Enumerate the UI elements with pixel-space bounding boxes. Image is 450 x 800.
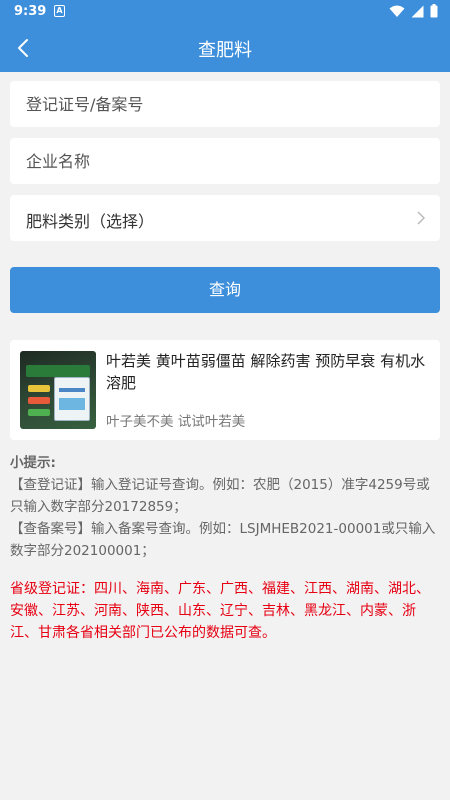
tips-section: 小提示: 【查登记证】输入登记证号查询。例如：农肥（2015）准字4259号或只… bbox=[10, 452, 440, 644]
wifi-icon bbox=[389, 5, 405, 17]
system-icons bbox=[389, 4, 438, 18]
registration-number-input[interactable] bbox=[26, 81, 416, 127]
tip-registration: 【查登记证】输入登记证号查询。例如：农肥（2015）准字4259号或只输入数字部… bbox=[10, 477, 430, 515]
battery-icon bbox=[430, 4, 438, 18]
query-button[interactable]: 查询 bbox=[10, 267, 440, 313]
status-time: 9:39 bbox=[14, 4, 47, 19]
product-thumbnail bbox=[20, 351, 96, 429]
ad-subtitle: 叶子美不美 试试叶若美 bbox=[106, 414, 246, 430]
company-name-field[interactable] bbox=[10, 138, 440, 184]
fertilizer-category-select[interactable]: 肥料类别（选择） bbox=[10, 195, 440, 241]
page-title: 查肥料 bbox=[198, 40, 252, 60]
tip-provinces: 省级登记证：四川、海南、广东、广西、福建、江西、湖南、湖北、安徽、江苏、河南、陕… bbox=[10, 581, 430, 641]
notification-icon: A bbox=[54, 5, 65, 17]
signal-icon bbox=[411, 5, 424, 17]
ad-card[interactable]: 叶若美 黄叶苗弱僵苗 解除药害 预防早衰 有机水溶肥 叶子美不美 试试叶若美 bbox=[10, 340, 440, 440]
ad-headline: 叶若美 黄叶苗弱僵苗 解除药害 预防早衰 有机水溶肥 bbox=[106, 352, 426, 392]
registration-number-field[interactable] bbox=[10, 81, 440, 127]
chevron-right-icon bbox=[417, 211, 426, 225]
tips-title: 小提示: bbox=[10, 455, 56, 471]
category-label: 肥料类别（选择） bbox=[26, 212, 155, 231]
company-name-input[interactable] bbox=[26, 138, 416, 184]
tip-record-number: 【查备案号】输入备案号查询。例如：LSJMHEB2021-00001或只输入数字… bbox=[10, 521, 436, 559]
app-bar: 查肥料 bbox=[0, 24, 450, 72]
status-bar: 9:39 A bbox=[0, 0, 450, 24]
